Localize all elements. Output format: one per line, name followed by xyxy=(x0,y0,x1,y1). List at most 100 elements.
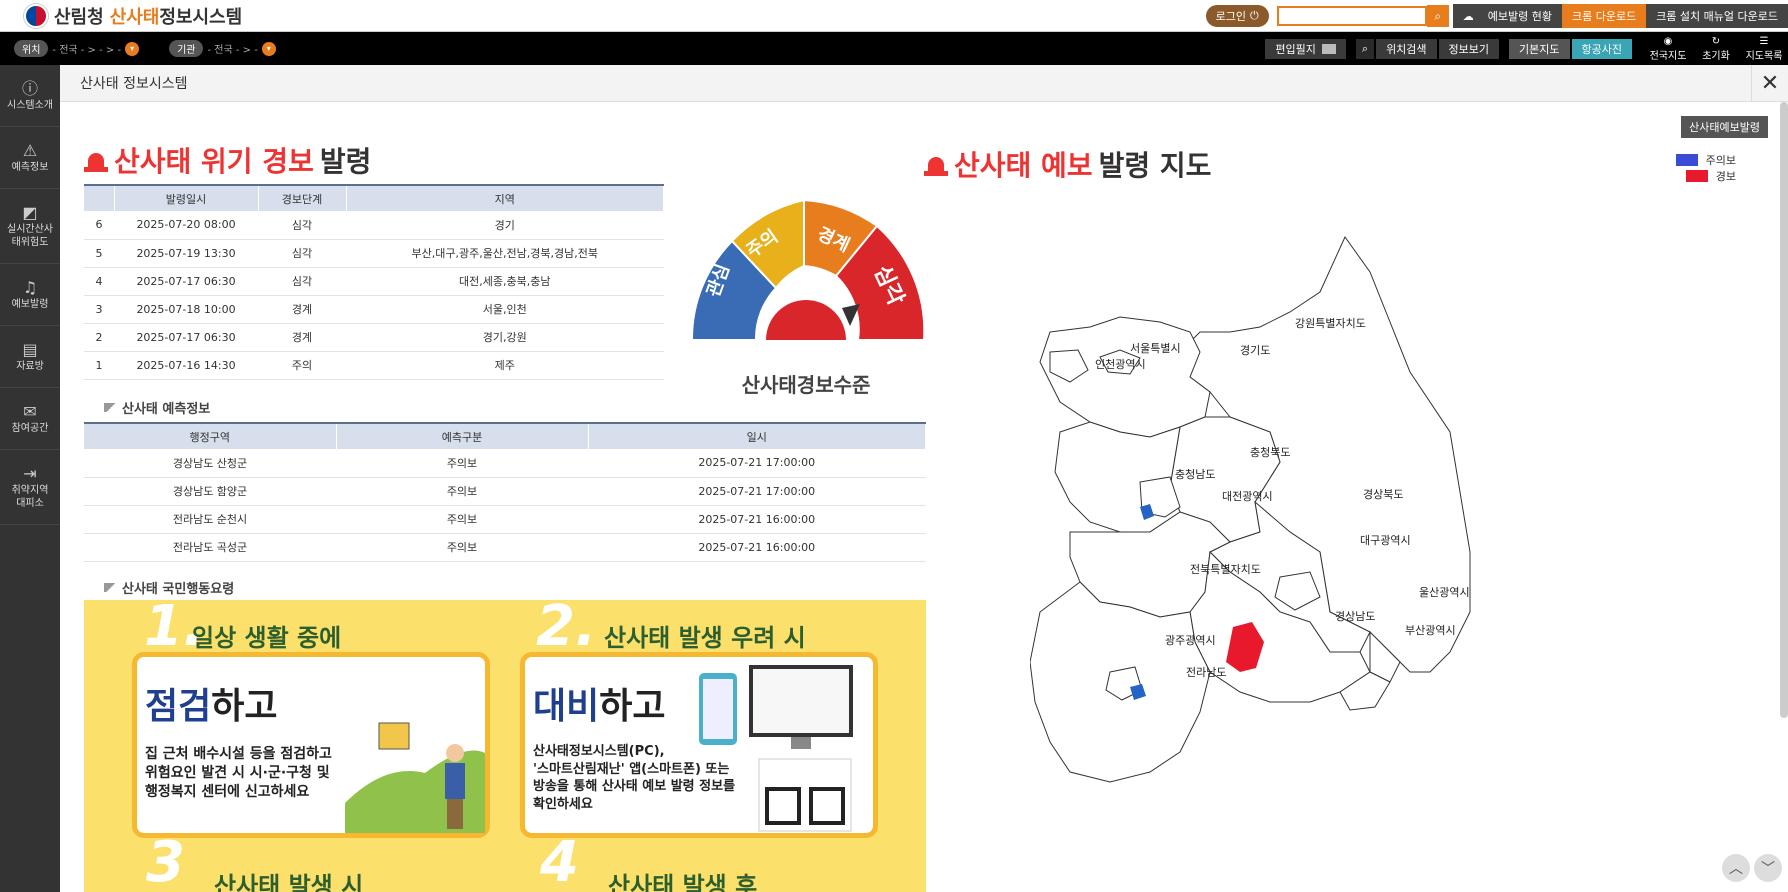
sidebar-item-library[interactable]: ▤ 자료방 xyxy=(0,326,60,388)
info-view-button[interactable]: 정보보기 xyxy=(1438,38,1500,59)
alert-row-cell: 부산,대구,광주,울산,전남,경북,경남,전북 xyxy=(346,239,664,268)
sidebar-item-shelter[interactable]: ⇥ 취약지역 대피소 xyxy=(0,450,60,525)
forecast-col-area: 행정구역 xyxy=(84,422,337,449)
sidebar-item-label: 예보발령 xyxy=(11,299,49,310)
logo-ministry: 산림청 xyxy=(54,6,104,28)
forecast-row: 전라남도 곡성군 주의보 2025-07-21 16:00:00 xyxy=(84,533,926,562)
alert-row-cell: 4 xyxy=(84,267,114,296)
forecast-col-type: 예측구분 xyxy=(336,422,589,449)
card2-title: 산사태 발생 우려 시 xyxy=(604,624,806,652)
chrome-manual-button[interactable]: 크롬 설치 매뉴얼 다운로드 xyxy=(1646,4,1788,28)
alert-row-cell: 2025-07-20 08:00 xyxy=(114,211,258,240)
forecast-row-cell: 주의보 xyxy=(336,477,588,506)
mountain-icon xyxy=(104,403,118,412)
sidebar-item-intro[interactable]: ⓘ 시스템소개 xyxy=(0,65,60,127)
close-button[interactable]: ✕ xyxy=(1751,65,1788,102)
agency-path[interactable]: - 전국 - > - xyxy=(207,41,257,56)
map-title-red: 산사태 예보 xyxy=(954,149,1093,182)
sidebar-item-prediction[interactable]: ⚠ 예측정보 xyxy=(0,127,60,189)
forecast-row-cell: 전라남도 순천시 xyxy=(84,505,336,534)
alert-col-region: 지역 xyxy=(346,184,664,211)
card2-headline: 대비하고 xyxy=(533,677,666,729)
card3-number: 3 xyxy=(146,830,185,892)
search-button[interactable]: ⌕ xyxy=(1426,5,1449,27)
login-button[interactable]: 로그인 ⏻ xyxy=(1205,5,1269,27)
map-label-gyeongbuk: 경상북도 xyxy=(1363,488,1403,501)
scroll-down-button[interactable]: ﹀ xyxy=(1754,854,1782,882)
card1-text: 집 근처 배수시설 등을 점검하고 위험요인 발견 시 시·군·구청 및 행정복… xyxy=(145,746,332,800)
map-list-label: 지도목록 xyxy=(1745,50,1783,62)
alert-row-cell: 2025-07-17 06:30 xyxy=(114,323,258,352)
sidebar-item-alert[interactable]: ♫ 예보발령 xyxy=(0,264,60,326)
alert-row-cell: 1 xyxy=(84,351,114,380)
alert-row-cell: 서울,인천 xyxy=(346,295,664,324)
card2-number: 2. xyxy=(536,594,597,659)
card2-headline-blue: 대비 xyxy=(533,686,600,727)
base-map-button[interactable]: 기본지도 xyxy=(1509,38,1570,59)
alert-row-cell: 제주 xyxy=(346,351,664,380)
list-icon: ☰ xyxy=(1759,35,1769,47)
map-label-jeonbuk: 전북특별자치도 xyxy=(1190,563,1261,576)
site-logo[interactable]: 산림청 산사태 정보시스템 xyxy=(24,3,242,29)
map-label-chungbuk: 충청북도 xyxy=(1250,446,1290,459)
siren-icon: ⚠ xyxy=(22,141,38,160)
alert-title-red: 산사태 위기 경보 xyxy=(114,145,314,178)
forecast-row-cell: 주의보 xyxy=(336,449,588,478)
map-list-button[interactable]: ☰ 지도목록 xyxy=(1740,36,1788,62)
logo-system-orange: 산사태 xyxy=(109,6,160,28)
alert-col-level: 경보단계 xyxy=(258,184,347,211)
panel-titlebar: 산사태 정보시스템 ✕ xyxy=(60,65,1788,102)
korea-forecast-map: 강원특별자치도 서울특별시 경기도 인천광역시 충청북도 충청남도 대전광역시 … xyxy=(1030,236,1471,783)
card2-headline-dark: 하고 xyxy=(599,686,666,727)
alert-row: 4 2025-07-17 06:30 심각 대전,세종,충북,충남 xyxy=(84,267,664,296)
alert-row-cell: 2025-07-19 13:30 xyxy=(114,239,258,268)
map-label-seoul: 서울특별시 xyxy=(1130,342,1181,355)
sidebar-item-label: 예측정보 xyxy=(11,162,49,173)
map-label-gwangju: 광주광역시 xyxy=(1165,634,1216,647)
action-guide-poster: 1. 일상 생활 중에 2. 산사태 발생 우려 시 점검하고 집 근처 배수시… xyxy=(84,594,926,892)
parcel-button[interactable]: 편입필지 xyxy=(1265,38,1346,59)
reset-label: 초기화 xyxy=(1702,50,1730,62)
map-label-jeonnam: 전라남도 xyxy=(1186,666,1226,679)
location-dropdown-icon[interactable]: ▾ xyxy=(125,41,140,56)
alert-row-cell: 경계 xyxy=(258,323,346,352)
search-input[interactable] xyxy=(1276,6,1427,26)
forecast-status-button[interactable]: ☁ 예보발령 현황 xyxy=(1452,4,1562,28)
map-label-incheon: 인천광역시 xyxy=(1095,357,1146,371)
reset-button[interactable]: ↻ 초기화 xyxy=(1692,36,1740,62)
search-location-icon[interactable]: ⌕ xyxy=(1355,38,1375,59)
forecast-row-cell: 2025-07-21 17:00:00 xyxy=(588,477,926,506)
parcel-toggle-icon xyxy=(1321,43,1336,54)
aerial-photo-button[interactable]: 항공사진 xyxy=(1571,38,1632,59)
forecast-row-cell: 2025-07-21 16:00:00 xyxy=(588,505,926,534)
sidebar-item-realtime-risk[interactable]: ◩ 실시간산사 태위험도 xyxy=(0,189,60,264)
location-search-button[interactable]: 위치검색 xyxy=(1376,38,1437,59)
sidebar-item-label: 참여공간 xyxy=(11,423,49,434)
chevron-up-icon: ︿ xyxy=(1729,861,1743,877)
alert-row-cell: 심각 xyxy=(258,211,346,240)
scroll-up-button[interactable]: ︿ xyxy=(1722,854,1750,882)
chevron-down-icon: ﹀ xyxy=(1761,861,1775,877)
alert-row-cell: 2025-07-18 10:00 xyxy=(114,295,258,324)
action-card-2: 대비하고 산사태정보시스템(PC), '스마트산림재난' 앱(스마트폰) 또는 … xyxy=(520,652,878,838)
top-header: 산림청 산사태 정보시스템 로그인 ⏻ ⌕ ☁ 예보발령 현황 크롬 다운로드 크롬… xyxy=(0,0,1788,32)
aerial-photo-label: 항공사진 xyxy=(1581,42,1622,56)
refresh-icon: ↻ xyxy=(1711,35,1721,47)
risk-chart-icon: ◩ xyxy=(22,203,38,222)
chrome-download-button[interactable]: 크롬 다운로드 xyxy=(1561,4,1647,28)
national-map-button[interactable]: ◉ 전국지도 xyxy=(1644,36,1692,62)
cloud-download-icon: ☁ xyxy=(1462,9,1474,23)
forecast-row-cell: 2025-07-21 17:00:00 xyxy=(588,449,926,478)
alert-row-cell: 심각 xyxy=(258,267,346,296)
panel-scrollbar[interactable] xyxy=(1780,102,1788,718)
agency-dropdown-icon[interactable]: ▾ xyxy=(261,41,276,56)
sub-toolbar: 위치 - 전국 - > - > - ▾ 기관 - 전국 - > - ▾ 편입필지… xyxy=(0,32,1788,65)
map-label-gangwon: 강원특별자치도 xyxy=(1295,317,1366,330)
gauge-caption: 산사태경보수준 xyxy=(742,373,871,397)
location-path[interactable]: - 전국 - > - > - xyxy=(52,41,121,56)
map-label-gyeonggi: 경기도 xyxy=(1240,344,1270,357)
sidebar-item-label: 취약지역 대피소 xyxy=(11,485,49,509)
national-map-label: 전국지도 xyxy=(1649,50,1687,62)
sidebar-item-participation[interactable]: ✉ 참여공간 xyxy=(0,388,60,450)
forecast-row-cell: 주의보 xyxy=(336,533,588,562)
